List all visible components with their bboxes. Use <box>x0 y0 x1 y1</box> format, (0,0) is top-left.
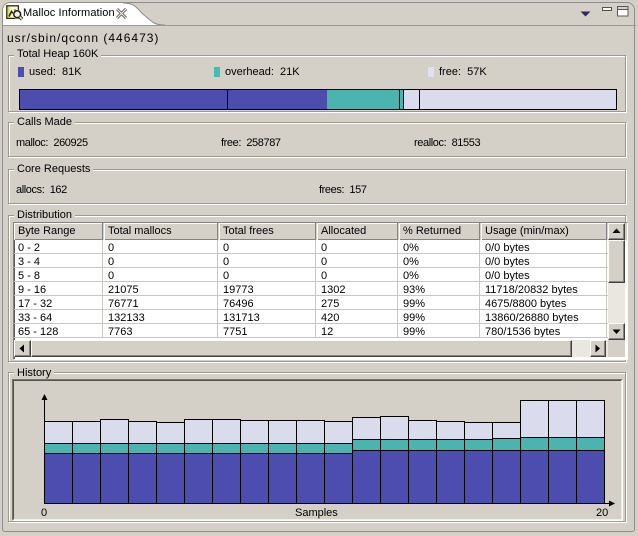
svg-text:0: 0 <box>41 507 47 519</box>
svg-text:Samples: Samples <box>295 507 338 519</box>
svg-text:20: 20 <box>596 507 608 519</box>
